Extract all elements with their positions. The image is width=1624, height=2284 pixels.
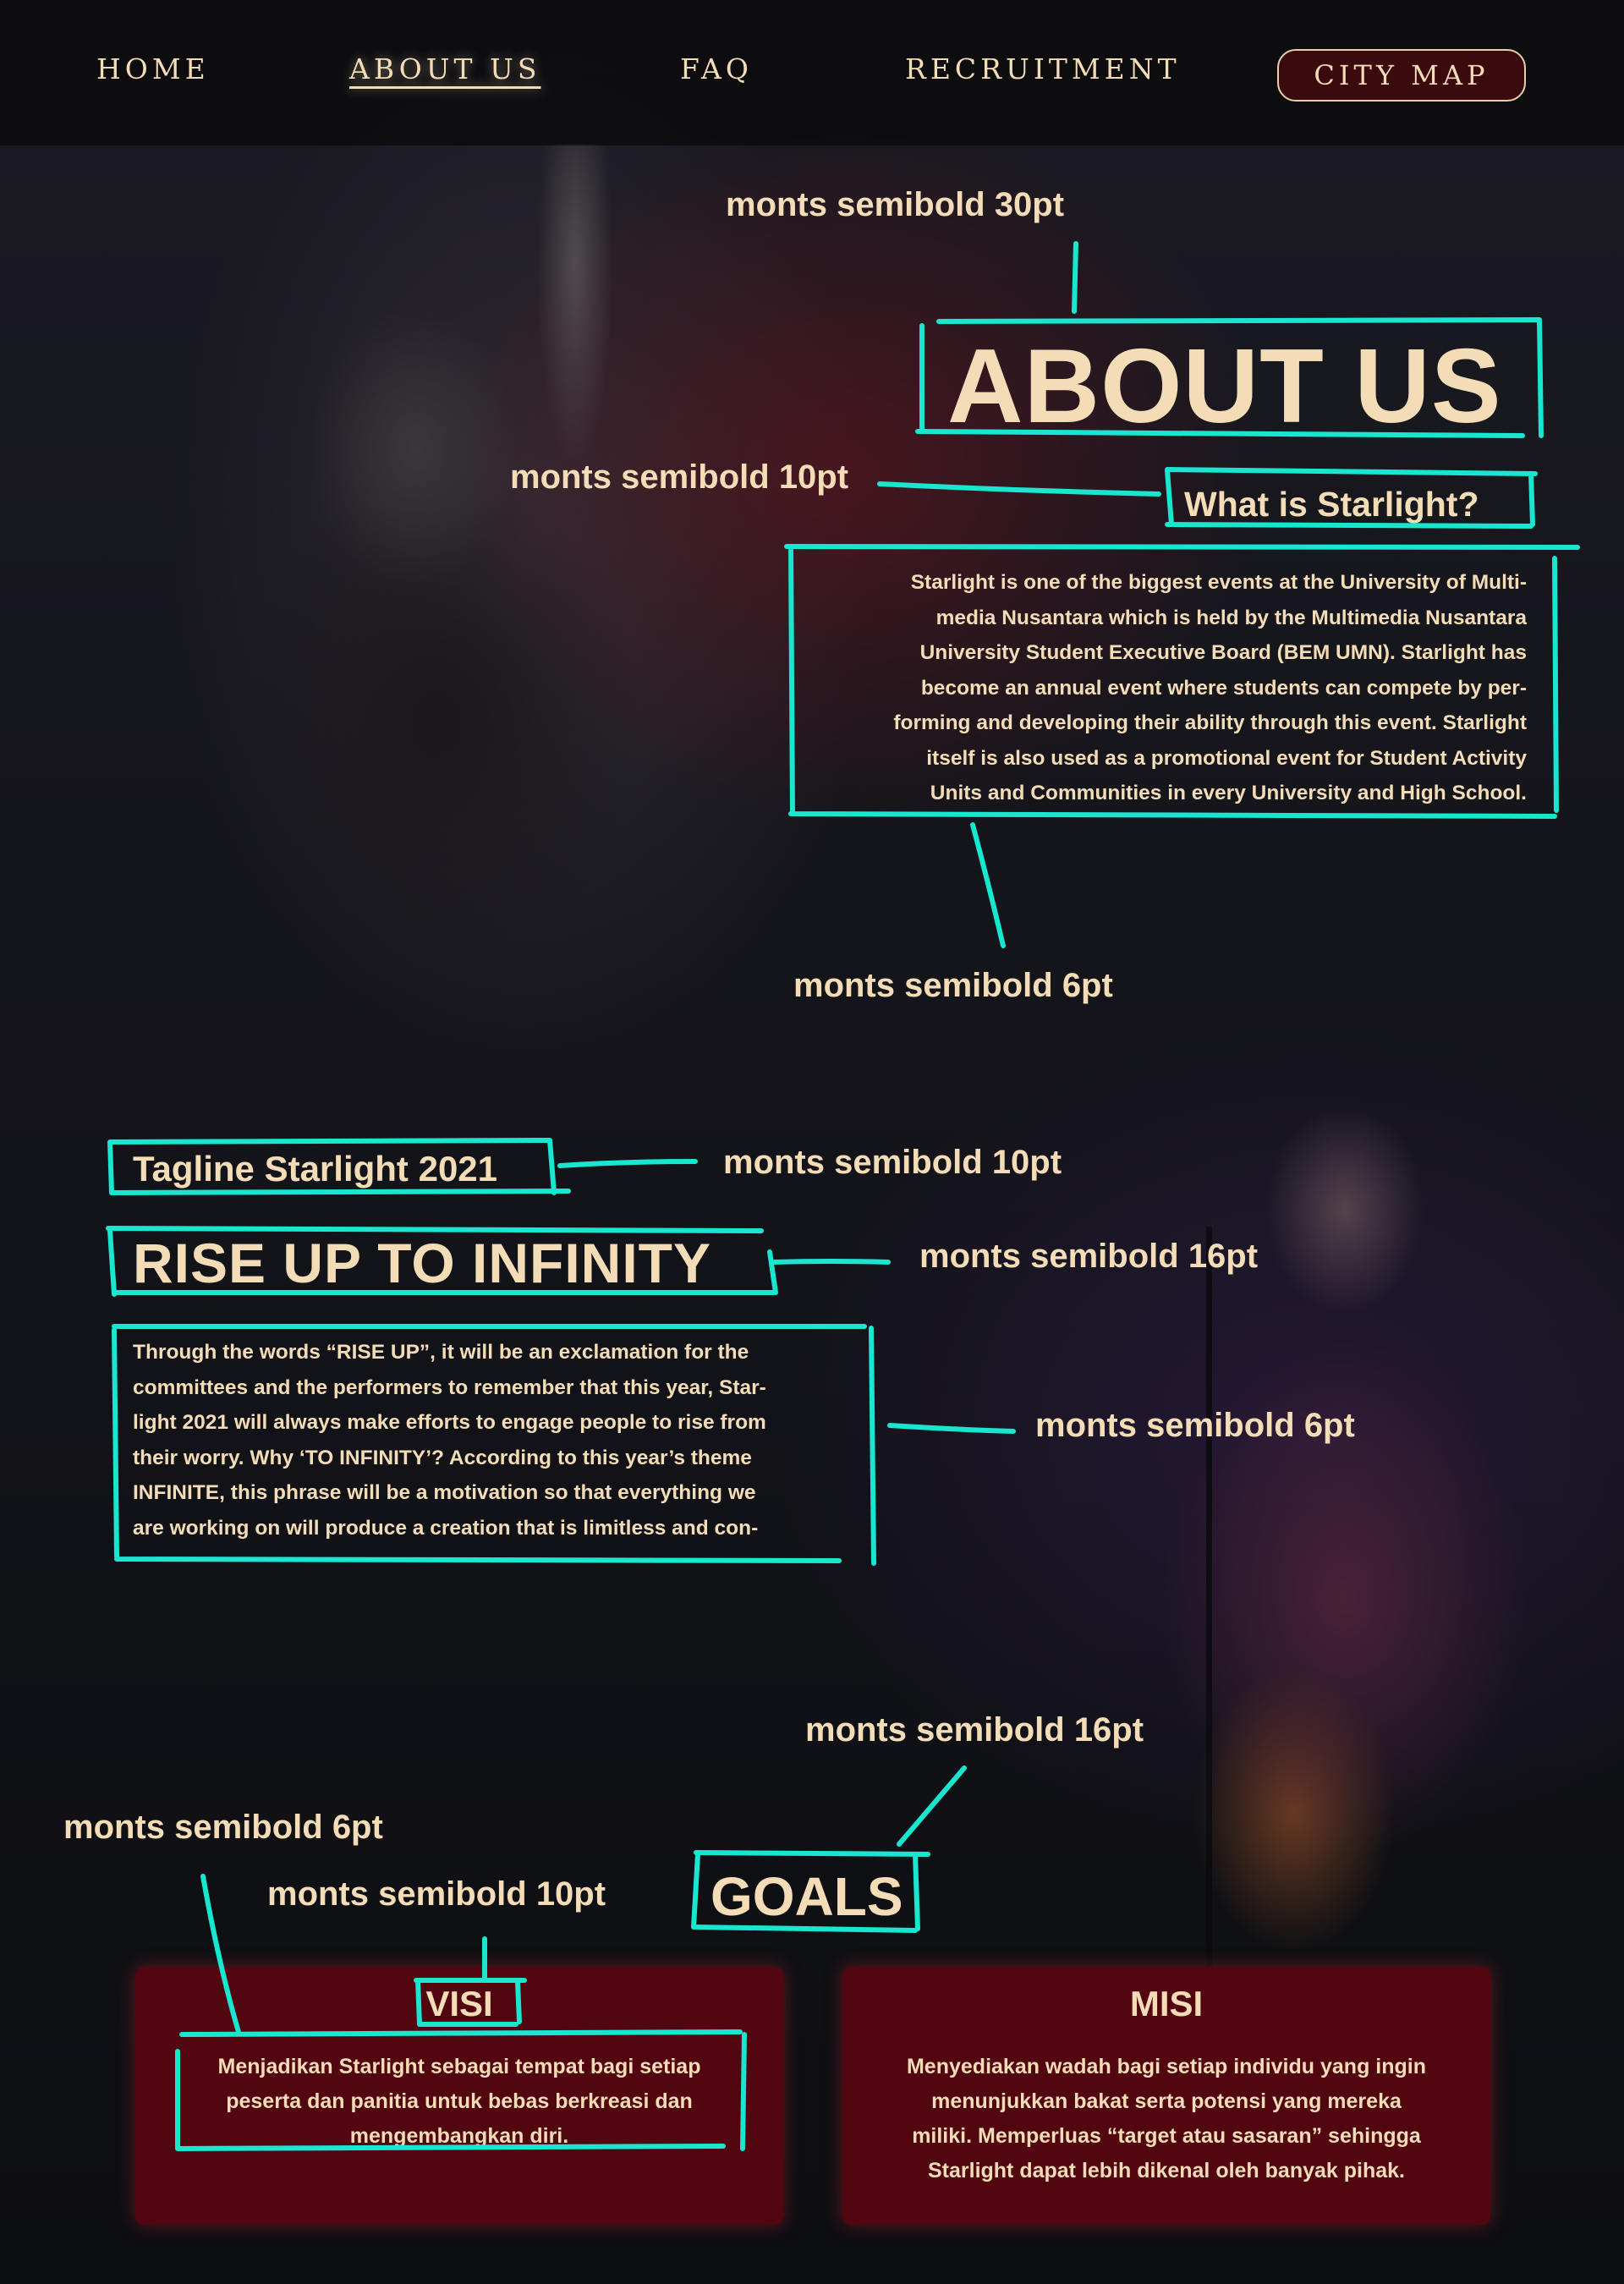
annotation-visi-body: monts semibold 6pt [63, 1809, 383, 1846]
annotation-rise-title: monts semibold 16pt [919, 1238, 1259, 1275]
about-body-line: Starlight is one of the biggest events a… [910, 571, 1527, 594]
visi-title: VISI [425, 1984, 493, 2023]
misi-body: Menyediakan wadah bagi setiap individu y… [866, 2050, 1467, 2188]
about-subtitle: What is Starlight? [1184, 485, 1479, 524]
tagline-body-line: are working on will produce a creation t… [133, 1516, 759, 1540]
mic-stand [1206, 1227, 1212, 2073]
markup-rise-leader [772, 1259, 891, 1265]
nav-recruitment[interactable]: RECRUITMENT [905, 52, 1181, 85]
nav-faq[interactable]: FAQ [680, 52, 753, 85]
misi-body-line: Starlight dapat lebih dikenal oleh banya… [927, 2159, 1405, 2182]
markup-about-body-leader [970, 822, 1006, 948]
tagline-label: Tagline Starlight 2021 [133, 1149, 498, 1189]
about-body-line: forming and developing their ability thr… [893, 711, 1527, 734]
tagline-body-line: light 2021 will always make efforts to e… [133, 1411, 766, 1434]
tagline-body-line: committees and the performers to remembe… [133, 1375, 766, 1399]
annotation-what-is: monts semibold 10pt [510, 458, 849, 496]
visi-card: VISI Menjadikan Starlight sebagai tempat… [135, 1967, 783, 2225]
markup-goals-leader [897, 1765, 967, 1847]
visi-body-line: Menjadikan Starlight sebagai tempat bagi… [217, 2055, 701, 2078]
goals-title: GOALS [710, 1866, 903, 1927]
about-body-line: Units and Communities in every Universit… [930, 782, 1527, 804]
misi-body-line: Menyediakan wadah bagi setiap individu y… [906, 2055, 1426, 2078]
visi-body-line: mengembangkan diri. [349, 2124, 569, 2148]
tagline-body: Through the words “RISE UP”, it will be … [133, 1335, 877, 1545]
about-body-line: itself is also used as a promotional eve… [926, 746, 1527, 770]
tagline-body-line: their worry. Why ‘TO INFINITY’? Accordin… [133, 1446, 752, 1469]
annotation-goals-title: monts semibold 16pt [805, 1711, 1144, 1749]
about-body-line: media Nusantara which is held by the Mul… [935, 606, 1527, 629]
about-body-line: University Student Executive Board (BEM … [919, 641, 1527, 664]
tagline-body-line: INFINITE, this phrase will be a motivati… [133, 1481, 756, 1504]
about-title: ABOUT US [947, 328, 1502, 445]
markup-about-title-leader [1072, 241, 1078, 314]
about-body-line: become an annual event where students ca… [920, 676, 1527, 700]
nav-about-us[interactable]: ABOUT US [349, 52, 540, 85]
misi-card: MISI Menyediakan wadah bagi setiap indiv… [842, 1967, 1490, 2225]
visi-body-line: peserta dan panitia untuk bebas berkreas… [226, 2089, 693, 2113]
performer-photo-top [135, 144, 795, 1040]
city-map-button[interactable]: CITY MAP [1277, 49, 1526, 102]
annotation-rise-body: monts semibold 6pt [1035, 1407, 1355, 1444]
nav-home[interactable]: HOME [96, 52, 210, 85]
about-body: Starlight is one of the biggest events a… [804, 565, 1527, 811]
visi-body: Menjadikan Starlight sebagai tempat bagi… [151, 2050, 768, 2154]
markup-rise-body-leader [887, 1423, 1016, 1434]
markup-whatis-leader [877, 481, 1161, 497]
annotation-about-body: monts semibold 6pt [793, 967, 1113, 1004]
misi-body-line: menunjukkan bakat serta potensi yang mer… [931, 2089, 1402, 2113]
misi-body-line: miliki. Memperluas “target atau sasaran”… [912, 2124, 1421, 2148]
markup-tagline-leader [557, 1159, 698, 1168]
misi-title: MISI [1129, 1984, 1204, 2023]
tagline-title: RISE UP TO INFINITY [133, 1232, 711, 1294]
tagline-body-line: Through the words “RISE UP”, it will be … [133, 1341, 749, 1364]
top-navbar: HOME ABOUT US FAQ RECRUITMENT CITY MAP [0, 0, 1624, 145]
annotation-tagline: monts semibold 10pt [723, 1144, 1062, 1181]
annotation-visi-title: monts semibold 10pt [267, 1875, 606, 1913]
annotation-about-title: monts semibold 30pt [726, 186, 1065, 223]
